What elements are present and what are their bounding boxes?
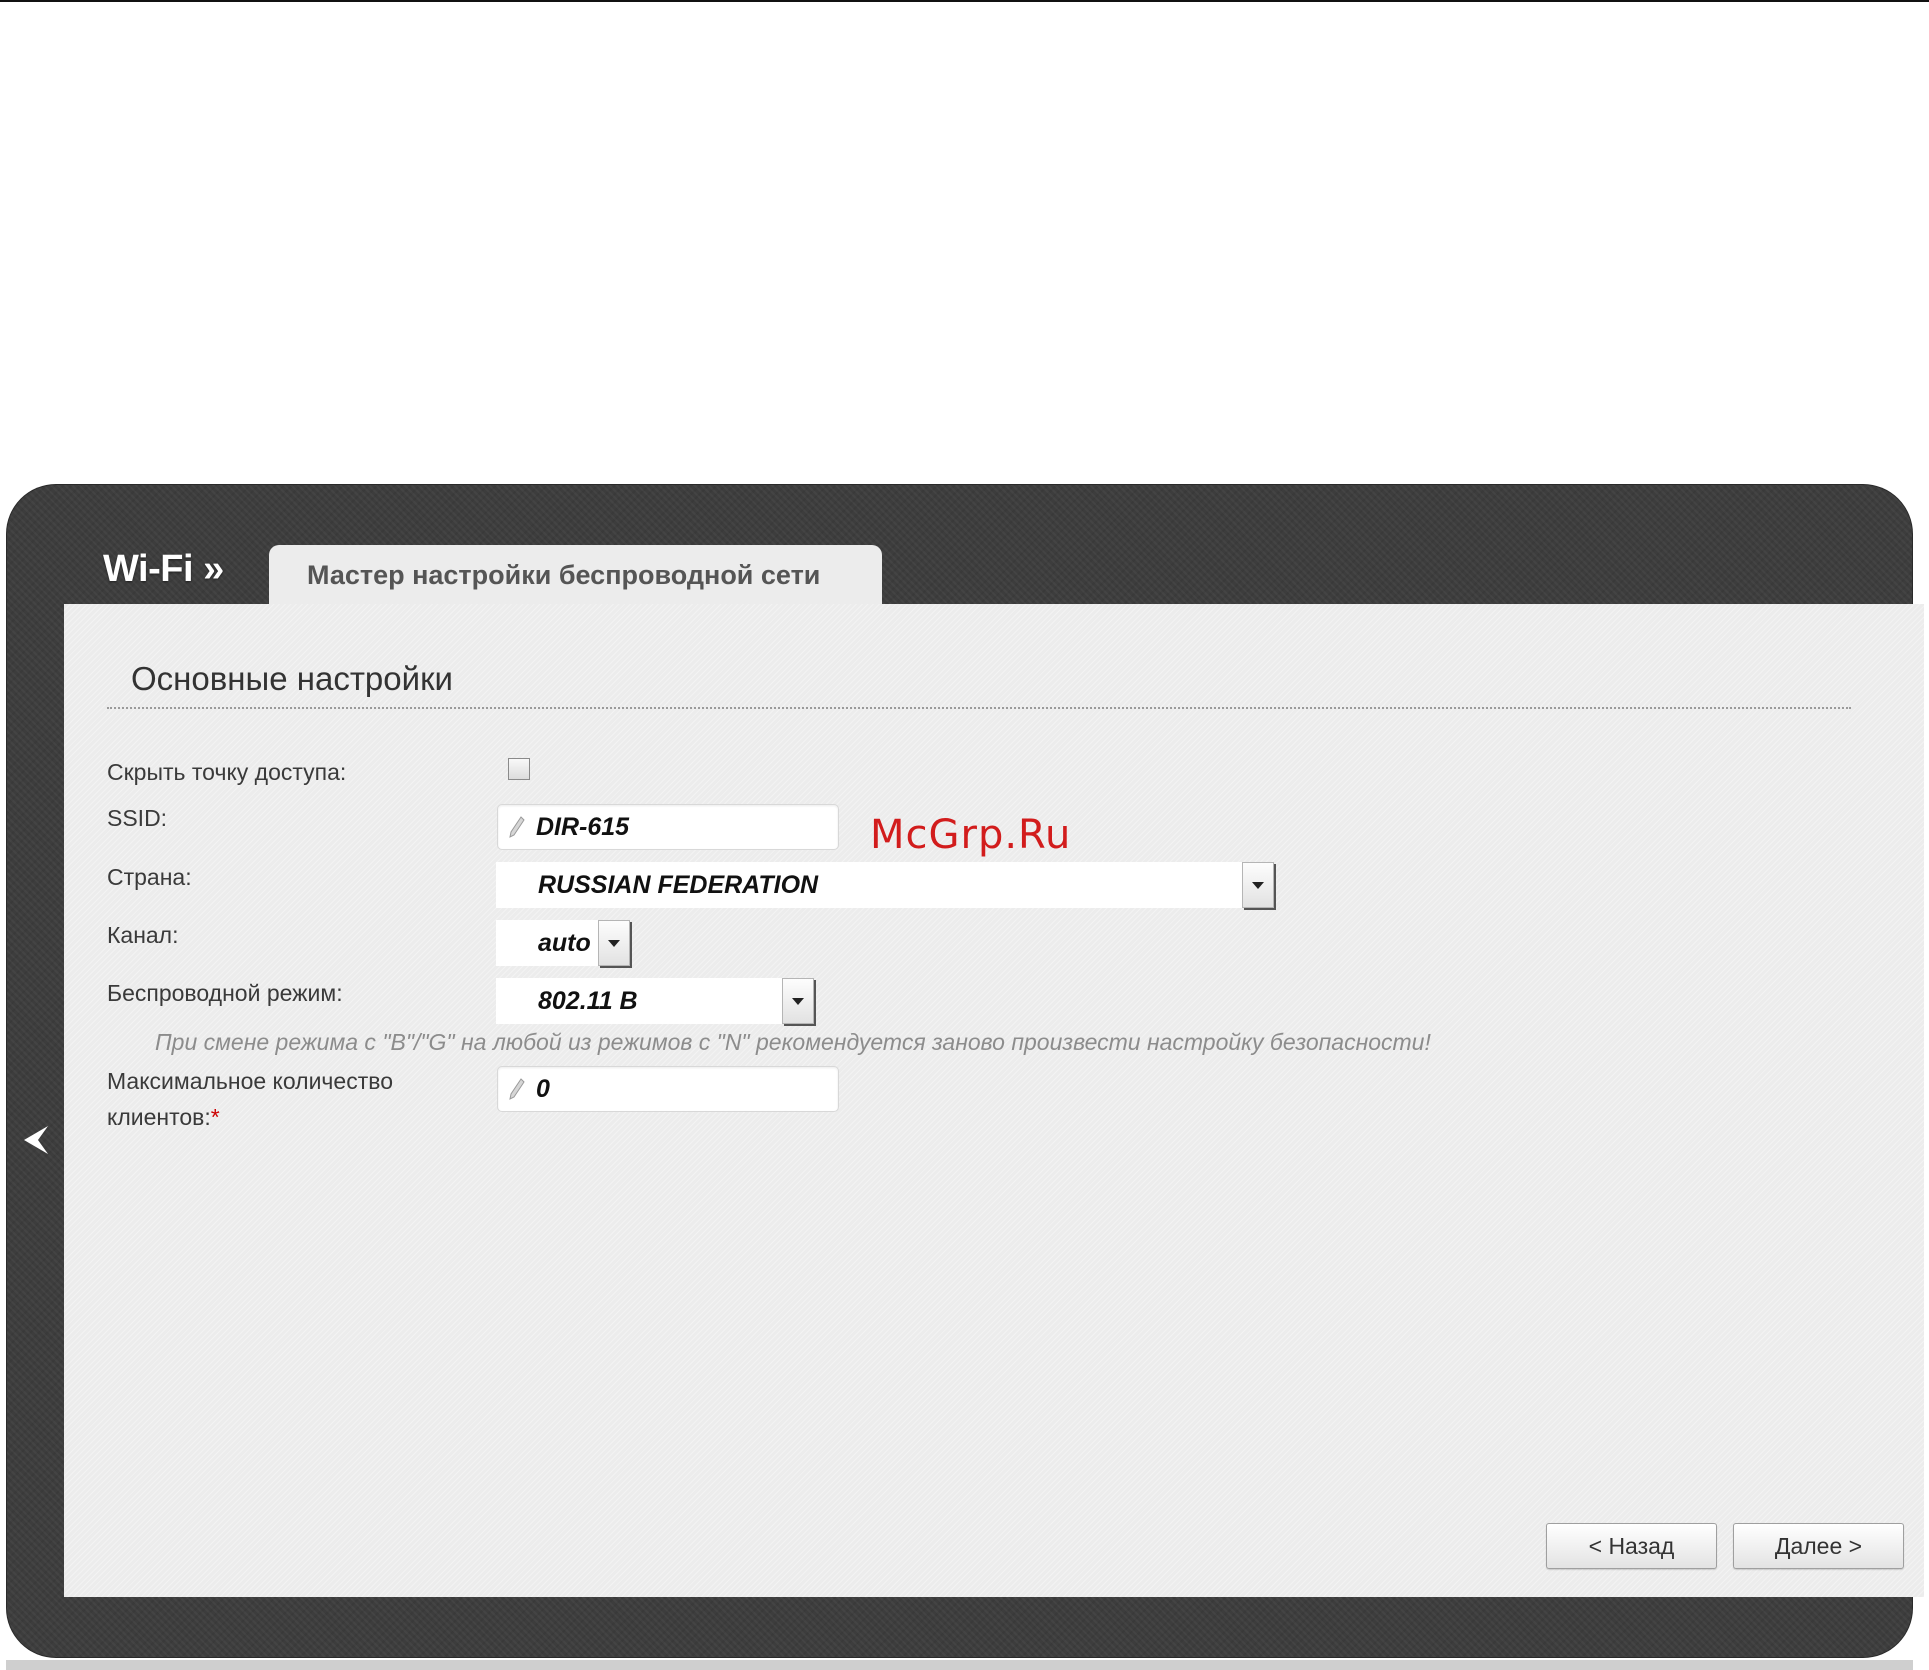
chevron-left-icon[interactable] [20, 1122, 52, 1158]
triangle-down-icon[interactable] [1242, 862, 1274, 908]
required-mark: * [210, 1104, 220, 1130]
back-button[interactable]: < Назад [1546, 1523, 1717, 1569]
max-clients-label-line2: клиентов: [107, 1104, 211, 1130]
tab-wireless-wizard[interactable]: Мастер настройки беспроводной сети [269, 545, 882, 605]
channel-label: Канал: [107, 922, 179, 948]
country-value: RUSSIAN FEDERATION [538, 870, 819, 899]
frame-bottom-strip [6, 1660, 1913, 1670]
section-title[interactable]: Wi-Fi » [103, 548, 224, 591]
ssid-label: SSID: [107, 805, 168, 831]
channel-select[interactable]: auto [496, 920, 630, 966]
hide-ap-checkbox[interactable] [508, 758, 530, 780]
heading-divider [107, 707, 1851, 709]
wireless-mode-select[interactable]: 802.11 B [496, 978, 814, 1024]
wireless-mode-label: Беспроводной режим: [107, 980, 343, 1006]
panel-heading: Основные настройки [131, 660, 453, 697]
pencil-icon [508, 1077, 526, 1101]
next-button[interactable]: Далее > [1733, 1523, 1904, 1569]
tab-label: Мастер настройки беспроводной сети [307, 559, 821, 590]
triangle-down-icon[interactable] [598, 920, 630, 966]
watermark-text: McGrp.Ru [870, 812, 1072, 858]
triangle-down-icon[interactable] [782, 978, 814, 1024]
ssid-value: DIR-615 [536, 812, 630, 841]
country-select[interactable]: RUSSIAN FEDERATION [496, 862, 1274, 908]
max-clients-label-line1: Максимальное количество [107, 1068, 393, 1094]
ssid-input[interactable]: DIR-615 [497, 804, 839, 850]
max-clients-input[interactable]: 0 [497, 1066, 839, 1112]
wireless-mode-hint: При смене режима с "B"/"G" на любой из р… [155, 1029, 1431, 1055]
country-label: Страна: [107, 864, 192, 890]
hide-ap-label: Скрыть точку доступа: [107, 759, 347, 785]
pencil-icon [508, 815, 526, 839]
channel-value: auto [538, 928, 591, 957]
top-rule [0, 0, 1929, 2]
max-clients-value: 0 [536, 1074, 550, 1103]
max-clients-label: Максимальное количество клиентов:* [107, 1063, 393, 1135]
wireless-mode-value: 802.11 B [538, 986, 638, 1015]
